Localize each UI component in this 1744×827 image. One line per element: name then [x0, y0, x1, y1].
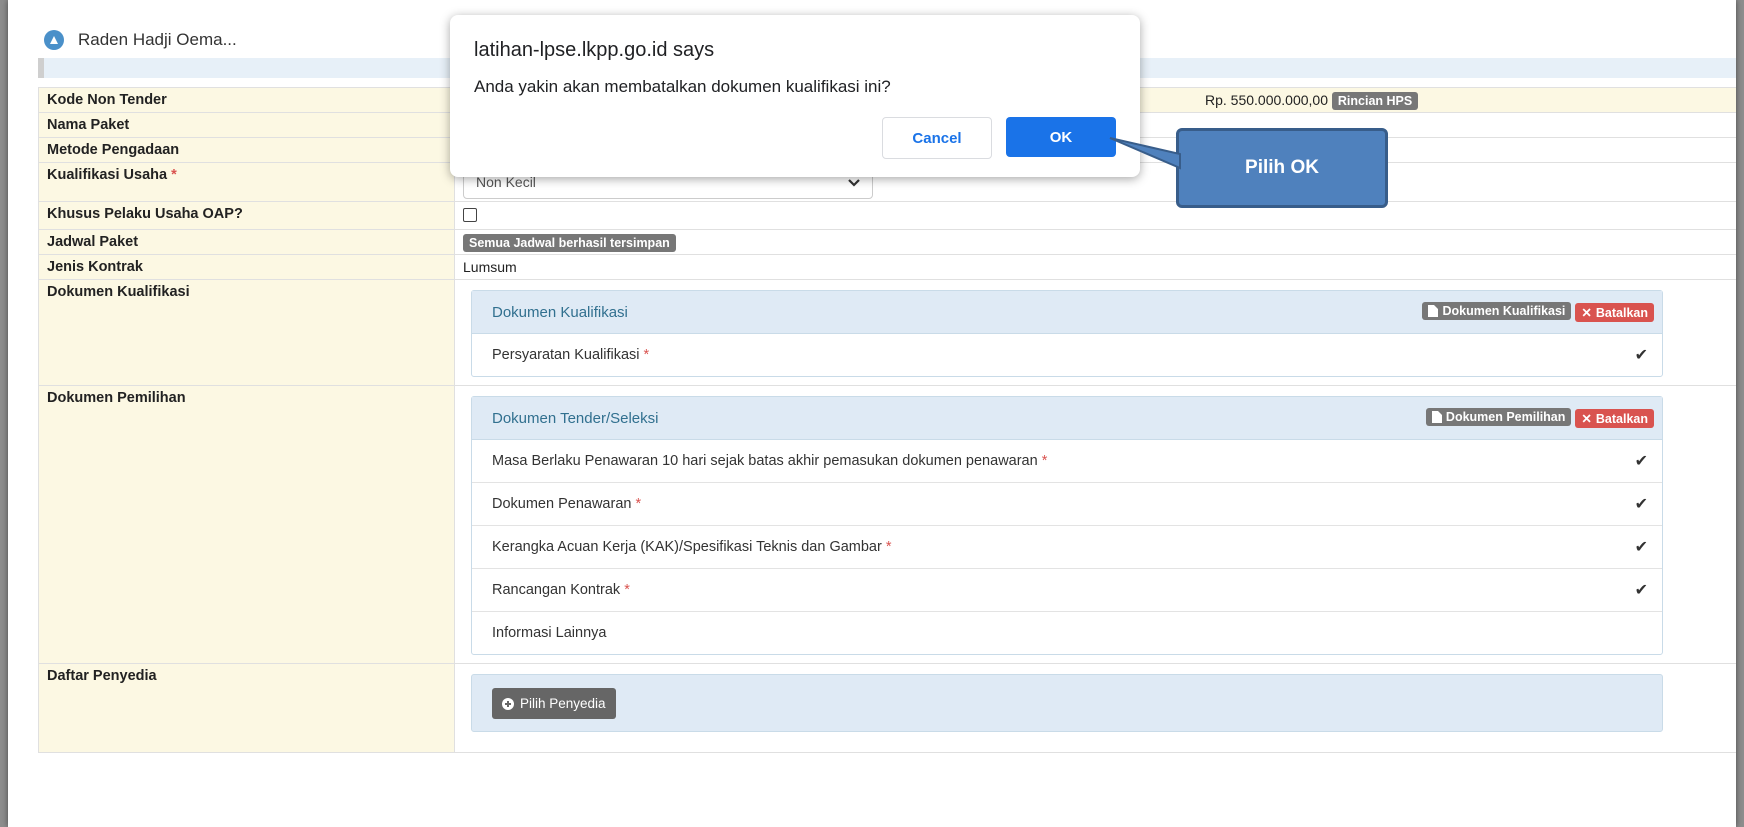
- dokumen-kualifikasi-button[interactable]: Dokumen Kualifikasi: [1422, 302, 1572, 320]
- jadwal-status-badge: Semua Jadwal berhasil tersimpan: [463, 234, 676, 252]
- rincian-hps-button[interactable]: Rincian HPS: [1331, 92, 1419, 110]
- dokumen-pemilihan-button[interactable]: Dokumen Pemilihan: [1425, 408, 1572, 426]
- batalkan-pemilihan-button[interactable]: ✕ Batalkan: [1575, 409, 1654, 428]
- confirm-dialog: latihan-lpse.lkpp.go.id says Anda yakin …: [450, 15, 1140, 177]
- file-icon: [1428, 305, 1439, 317]
- list-item[interactable]: Dokumen Penawaran * ✔: [472, 483, 1662, 526]
- callout-pointer-icon: [1109, 137, 1181, 170]
- khusus-oap-checkbox[interactable]: [463, 208, 477, 222]
- label-jadwal-paket: Jadwal Paket: [38, 229, 455, 255]
- plus-circle-icon: [502, 697, 514, 710]
- app-logo-icon: [44, 30, 64, 50]
- label-nama-paket: Nama Paket: [38, 112, 455, 138]
- list-item[interactable]: Informasi Lainnya: [472, 612, 1662, 654]
- label-dokumen-pemilihan: Dokumen Pemilihan: [38, 385, 455, 664]
- checkmark-icon: ✔: [1634, 539, 1648, 556]
- close-icon: ✕: [1581, 412, 1592, 426]
- required-mark: *: [171, 167, 177, 183]
- row-khusus-oap: Khusus Pelaku Usaha OAP?: [38, 201, 1736, 230]
- close-icon: ✕: [1581, 306, 1592, 320]
- label-dokumen-kualifikasi: Dokumen Kualifikasi: [38, 279, 455, 386]
- hps-value: Rp. 550.000.000,00: [1205, 92, 1328, 108]
- jenis-kontrak-value: Lumsum: [454, 254, 1736, 280]
- list-item[interactable]: Kerangka Acuan Kerja (KAK)/Spesifikasi T…: [472, 526, 1662, 569]
- row-jadwal-paket: Jadwal Paket Semua Jadwal berhasil tersi…: [38, 229, 1736, 255]
- dialog-message: Anda yakin akan membatalkan dokumen kual…: [474, 77, 891, 96]
- list-item[interactable]: Rancangan Kontrak * ✔: [472, 569, 1662, 612]
- row-dokumen-kualifikasi: Dokumen Kualifikasi Dokumen Kualifikasi …: [38, 279, 1736, 386]
- app-header: Raden Hadji Oema...: [44, 30, 237, 50]
- checkmark-icon: ✔: [1634, 582, 1648, 599]
- pilih-penyedia-button[interactable]: Pilih Penyedia: [492, 688, 616, 719]
- label-kode-non-tender: Kode Non Tender: [38, 87, 455, 113]
- row-dokumen-pemilihan: Dokumen Pemilihan Dokumen Tender/Seleksi…: [38, 385, 1736, 664]
- label-kualifikasi-usaha: Kualifikasi Usaha: [47, 167, 168, 183]
- dokumen-pemilihan-panel-title: Dokumen Tender/Seleksi: [492, 409, 659, 427]
- checkmark-icon: ✔: [1634, 496, 1648, 513]
- label-khusus-oap: Khusus Pelaku Usaha OAP?: [38, 201, 455, 230]
- package-form: Kode Non Tender Rp. 550.000.000,00 Rinci…: [38, 87, 1736, 753]
- dokumen-kualifikasi-panel: Dokumen Kualifikasi Dokumen Kualifikasi …: [471, 290, 1663, 377]
- label-jenis-kontrak: Jenis Kontrak: [38, 254, 455, 280]
- dialog-cancel-button[interactable]: Cancel: [882, 117, 992, 159]
- dokumen-kualifikasi-panel-title: Dokumen Kualifikasi: [492, 303, 628, 321]
- batalkan-kualifikasi-button[interactable]: ✕ Batalkan: [1575, 303, 1654, 322]
- label-daftar-penyedia: Daftar Penyedia: [38, 663, 455, 753]
- row-daftar-penyedia: Daftar Penyedia Pilih Penyedia: [38, 663, 1736, 753]
- list-item[interactable]: Persyaratan Kualifikasi * ✔: [472, 334, 1662, 376]
- instruction-callout: Pilih OK: [1176, 128, 1388, 208]
- dialog-ok-button[interactable]: OK: [1006, 117, 1116, 157]
- row-jenis-kontrak: Jenis Kontrak Lumsum: [38, 254, 1736, 280]
- label-metode-pengadaan: Metode Pengadaan: [38, 137, 455, 163]
- checkmark-icon: ✔: [1634, 347, 1648, 364]
- app-title: Raden Hadji Oema...: [78, 30, 237, 49]
- file-icon: [1431, 411, 1442, 423]
- list-item[interactable]: Masa Berlaku Penawaran 10 hari sejak bat…: [472, 440, 1662, 483]
- checkmark-icon: ✔: [1634, 453, 1648, 470]
- dialog-origin: latihan-lpse.lkpp.go.id says: [474, 39, 715, 61]
- daftar-penyedia-panel: Pilih Penyedia: [471, 674, 1663, 732]
- dokumen-pemilihan-panel: Dokumen Tender/Seleksi Dokumen Pemilihan…: [471, 396, 1663, 655]
